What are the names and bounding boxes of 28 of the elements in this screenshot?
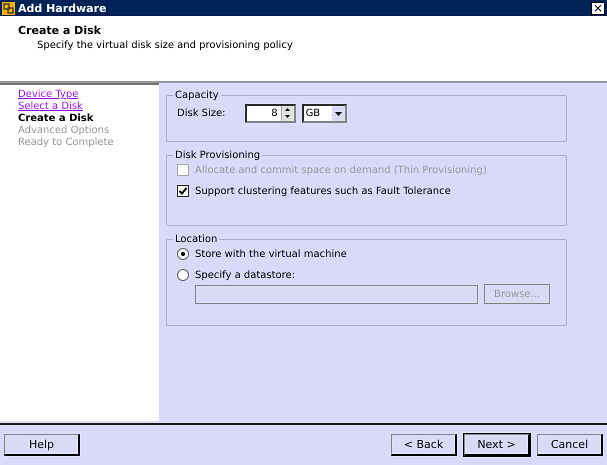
field-label: Disk Size:	[177, 108, 226, 119]
window-title: Add Hardware	[18, 2, 108, 14]
radio-button[interactable]	[177, 269, 189, 281]
page-title: Create a Disk	[18, 24, 102, 37]
group-title: Disk Provisioning	[174, 150, 262, 161]
unit-dropdown[interactable]: GB	[302, 104, 347, 123]
checkbox[interactable]	[177, 185, 189, 197]
close-button[interactable]: ×	[591, 2, 605, 14]
next-button[interactable]: Next >	[464, 434, 530, 456]
group-title: Location	[174, 234, 218, 245]
checkbox-label: Allocate and commit space on demand (Thin Provisioning)	[195, 164, 487, 176]
wizard-step: Create a Disk	[18, 113, 94, 124]
page-subtitle: Specify the virtual disk size and provisioning policy	[36, 40, 294, 51]
radio-button[interactable]	[177, 248, 189, 260]
wizard-step: Advanced Options	[18, 125, 110, 136]
group-title: Capacity	[174, 90, 220, 101]
checkbox-label: Support clustering features such as Fault Tolerance	[195, 186, 451, 196]
disk-size-spinner[interactable]: 8	[244, 104, 296, 123]
radio-label: Specify a datastore:	[195, 270, 296, 280]
app-icon	[2, 2, 15, 14]
back-button[interactable]: < Back	[391, 434, 457, 456]
wizard-step[interactable]: Device Type	[18, 89, 78, 100]
help-button[interactable]: Help	[4, 434, 80, 456]
cancel-button[interactable]: Cancel	[537, 434, 603, 456]
caret-icon[interactable]	[332, 106, 345, 121]
radio-label: Store with the virtual machine	[195, 248, 347, 260]
wizard-step: Ready to Complete	[18, 137, 114, 148]
wizard-step[interactable]: Select a Disk	[18, 101, 83, 112]
